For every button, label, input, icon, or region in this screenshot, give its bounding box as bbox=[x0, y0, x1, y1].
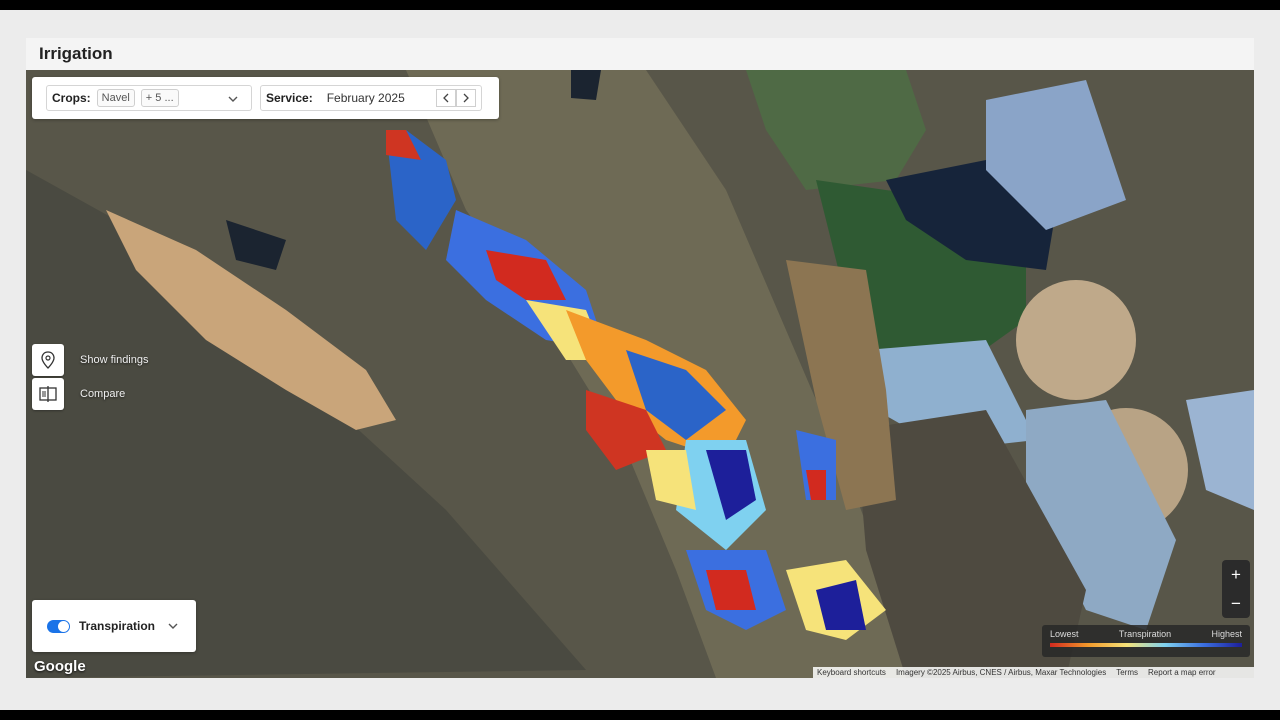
prev-month-button[interactable] bbox=[436, 89, 456, 107]
crop-chip-navel[interactable]: Navel bbox=[96, 89, 135, 107]
map-pin-icon bbox=[41, 351, 55, 369]
chevron-left-icon bbox=[443, 93, 449, 103]
zoom-controls: + − bbox=[1222, 560, 1250, 618]
layer-label: Transpiration bbox=[79, 619, 156, 633]
google-logo: Google bbox=[34, 658, 86, 675]
keyboard-shortcuts-link[interactable]: Keyboard shortcuts bbox=[817, 668, 886, 677]
service-value: February 2025 bbox=[326, 91, 405, 105]
service-nav bbox=[436, 89, 476, 107]
chevron-right-icon bbox=[463, 93, 469, 103]
page-header: Irrigation bbox=[26, 38, 1254, 70]
layer-toggle[interactable] bbox=[47, 619, 70, 633]
compare-icon bbox=[39, 386, 57, 402]
crop-more-chip[interactable]: + 5 ... bbox=[140, 89, 179, 107]
show-findings-button[interactable] bbox=[32, 344, 64, 376]
compare-button[interactable] bbox=[32, 378, 64, 410]
legend-gradient-bar bbox=[1050, 643, 1242, 647]
crops-label: Crops: bbox=[52, 91, 91, 105]
satellite-map[interactable]: Crops: Navel + 5 ... Service: February 2… bbox=[26, 70, 1254, 678]
service-filter[interactable]: Service: February 2025 bbox=[260, 85, 482, 111]
terms-link[interactable]: Terms bbox=[1116, 668, 1138, 677]
legend-high-label: Highest bbox=[1211, 629, 1242, 639]
irrigation-app: Irrigation Crops: Navel + 5 ... Service:… bbox=[26, 38, 1254, 678]
screen-frame: Irrigation Crops: Navel + 5 ... Service:… bbox=[0, 10, 1280, 710]
next-month-button[interactable] bbox=[456, 89, 476, 107]
filter-bar: Crops: Navel + 5 ... Service: February 2… bbox=[32, 77, 499, 119]
legend-low-label: Lowest bbox=[1050, 629, 1079, 639]
service-label: Service: bbox=[266, 91, 313, 105]
page-title: Irrigation bbox=[39, 44, 113, 63]
zoom-in-button[interactable]: + bbox=[1222, 562, 1250, 588]
show-findings-label: Show findings bbox=[80, 354, 149, 366]
legend-title: Transpiration bbox=[1118, 629, 1172, 639]
transpiration-legend: Lowest Transpiration Highest bbox=[1042, 625, 1250, 657]
compare-label: Compare bbox=[80, 388, 126, 400]
map-imagery bbox=[26, 70, 1254, 678]
chevron-down-icon[interactable] bbox=[168, 621, 178, 632]
crops-filter[interactable]: Crops: Navel + 5 ... bbox=[46, 85, 252, 111]
imagery-credit: Imagery ©2025 Airbus, CNES / Airbus, Max… bbox=[895, 668, 1107, 677]
layer-selector[interactable]: Transpiration bbox=[32, 600, 196, 652]
zoom-out-button[interactable]: − bbox=[1222, 591, 1250, 617]
chevron-down-icon[interactable] bbox=[228, 91, 238, 105]
report-error-link[interactable]: Report a map error bbox=[1148, 668, 1216, 677]
map-attribution: Keyboard shortcuts Imagery ©2025 Airbus,… bbox=[813, 667, 1254, 678]
